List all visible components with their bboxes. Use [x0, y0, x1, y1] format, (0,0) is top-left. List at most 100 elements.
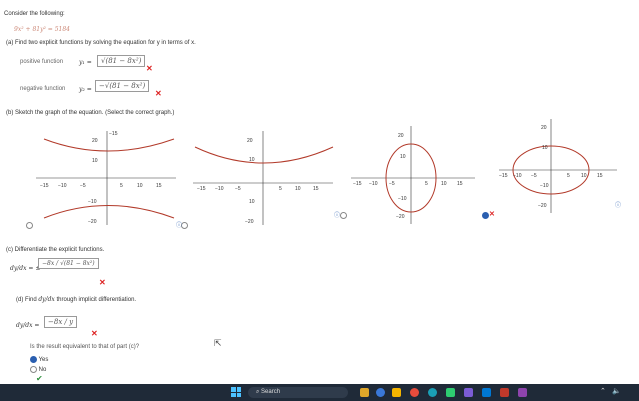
info-icon[interactable]: ⓘ [334, 210, 340, 219]
incorrect-x-icon: ✕ [155, 89, 162, 98]
info-icon[interactable]: ⓘ [176, 220, 182, 229]
dy-dx-lhs: dy/dx = ± [10, 265, 41, 272]
tick-label: 10 [441, 181, 447, 187]
taskbar-app-icon[interactable] [410, 388, 419, 397]
no-radio[interactable] [30, 366, 37, 373]
part-a-prompt: (a) Find two explicit functions by solvi… [6, 40, 196, 46]
negative-function-label: negative function [20, 86, 66, 92]
positive-function-label: positive function [20, 59, 64, 65]
tick-label: −10 [215, 186, 224, 192]
incorrect-x-icon: ✕ [91, 329, 98, 338]
tick-label: 20 [398, 133, 404, 139]
taskbar-app-icon[interactable] [428, 388, 437, 397]
equation: 9x² + 81y² = 5184 [14, 26, 70, 33]
tick-label: −10 [540, 183, 549, 189]
correct-check-icon: ✔ [36, 374, 43, 383]
part-d-prompt-a: (d) Find [16, 297, 37, 303]
tick-label: 10 [295, 186, 301, 192]
tick-label: −20 [538, 203, 547, 209]
taskbar-app-icon[interactable] [376, 388, 385, 397]
implicit-derivative-input[interactable]: −8x / y [44, 316, 78, 328]
tick-label: 5 [279, 186, 282, 192]
graph-option-2[interactable]: 20 10 10 −20 −15 −10 −5 5 10 15 [187, 125, 337, 230]
y1-label: y₁ = [79, 59, 92, 66]
part-d-prompt-c: through implicit differentiation. [56, 297, 137, 303]
taskbar-app-icon[interactable] [392, 388, 401, 397]
windows-start-icon[interactable] [231, 387, 241, 397]
tick-label: −20 [245, 219, 254, 225]
taskbar-search-box[interactable]: ⌕ Search [248, 387, 348, 398]
tick-label: −5 [531, 173, 537, 179]
speaker-icon[interactable]: 🔈 [612, 387, 621, 395]
y2-label: y₂ = [79, 86, 92, 93]
tick-label: 10 [249, 199, 255, 205]
tick-label: 10 [542, 145, 548, 151]
incorrect-x-icon: ✕ [99, 278, 106, 287]
equivalence-question: Is the result equivalent to that of part… [30, 344, 140, 350]
yes-label: Yes [38, 357, 49, 364]
yes-radio[interactable] [30, 356, 37, 363]
tick-label: 20 [541, 125, 547, 131]
part-d-prompt-b: dy/dx [38, 296, 55, 303]
search-icon: ⌕ [256, 389, 260, 395]
tick-label: −10 [398, 196, 407, 202]
info-icon[interactable]: ⓘ [615, 200, 621, 209]
tick-label: 15 [457, 181, 463, 187]
part-d-prompt: (d) Find dy/dx through implicit differen… [16, 296, 136, 303]
part-b-prompt: (b) Sketch the graph of the equation. (S… [6, 110, 175, 116]
tick-label: 10 [137, 183, 143, 189]
tick-label: −15 [353, 181, 362, 187]
tick-label: −10 [369, 181, 378, 187]
tray-chevron-icon[interactable]: ⌃ [600, 387, 606, 395]
tick-label: 10 [581, 173, 587, 179]
tick-label: −20 [88, 219, 97, 225]
graph-1-radio[interactable] [26, 222, 33, 229]
option-no[interactable]: No [30, 366, 46, 373]
graph-4-radio[interactable] [482, 212, 489, 219]
problem-header: Consider the following: [4, 11, 65, 17]
positive-function-input[interactable]: √(81 − 8x²) [97, 55, 146, 67]
derivative-input[interactable]: −8x / √(81 − 8x²) [38, 258, 99, 269]
tick-label: −15 [197, 186, 206, 192]
dy-dx-lhs: dy/dx = [16, 322, 40, 329]
no-label: No [38, 367, 47, 374]
tick-label: 10 [92, 158, 98, 164]
taskbar-app-icon[interactable] [518, 388, 527, 397]
tick-label: −10 [88, 199, 97, 205]
graph-2-radio[interactable] [181, 222, 188, 229]
graph-option-3[interactable]: 20 10 −10 −20 −15 −10 −5 5 10 15 [345, 120, 480, 225]
graph-option-4[interactable]: 20 10 −10 −20 −15 −10 −5 5 10 15 [495, 115, 620, 215]
tick-label: 5 [567, 173, 570, 179]
part-c-prompt: (c) Differentiate the explicit functions… [6, 247, 105, 253]
tick-label: 15 [313, 186, 319, 192]
tick-label: 20 [247, 138, 253, 144]
tick-label: −15 [109, 131, 118, 137]
taskbar-app-icon[interactable] [360, 388, 369, 397]
graph-option-1[interactable]: −15 20 10 −10 −20 −15 −10 −5 5 10 15 [30, 125, 180, 230]
graph1-lower-curve [43, 205, 175, 219]
search-label: Search [261, 389, 281, 395]
tick-label: 5 [425, 181, 428, 187]
negative-function-input[interactable]: −√(81 − 8x²) [95, 80, 150, 92]
tick-label: 10 [249, 157, 255, 163]
taskbar-app-icon[interactable] [464, 388, 473, 397]
tick-label: −20 [396, 214, 405, 220]
incorrect-x-icon: ✕ [489, 211, 495, 218]
tick-label: −15 [40, 183, 49, 189]
mouse-cursor-icon: ⇱ [214, 338, 222, 348]
taskbar: ⌕ Search ⌃ 🔈 [0, 384, 639, 401]
option-yes[interactable]: Yes [30, 356, 48, 363]
taskbar-app-icon[interactable] [446, 388, 455, 397]
tick-label: 10 [400, 154, 406, 160]
taskbar-app-icon[interactable] [482, 388, 491, 397]
tick-label: −5 [235, 186, 241, 192]
graph-3-radio[interactable] [340, 212, 347, 219]
graph2-curve [194, 146, 334, 164]
tick-label: −10 [58, 183, 67, 189]
tick-label: −10 [513, 173, 522, 179]
taskbar-app-icon[interactable] [500, 388, 509, 397]
tick-label: 15 [156, 183, 162, 189]
tick-label: 20 [92, 138, 98, 144]
tick-label: −5 [80, 183, 86, 189]
tick-label: −15 [499, 173, 508, 179]
